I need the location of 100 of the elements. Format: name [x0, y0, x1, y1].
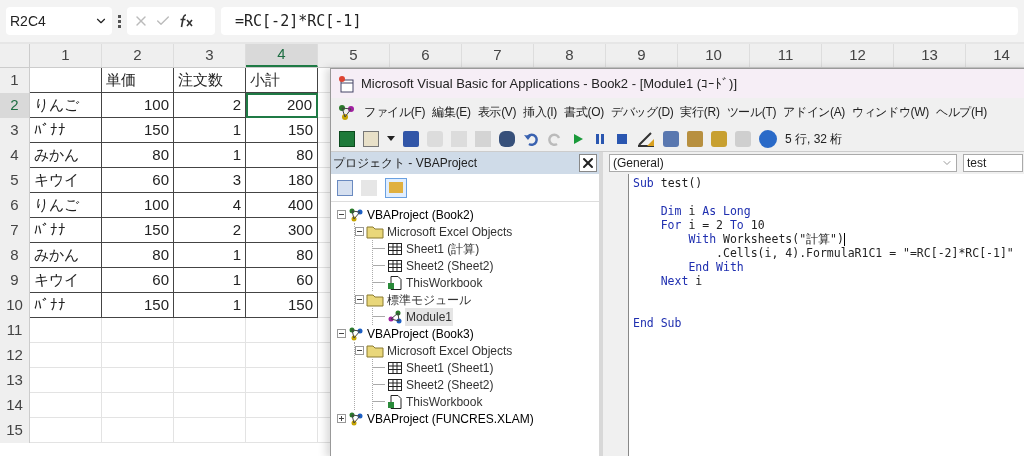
- more-icon[interactable]: [118, 14, 121, 28]
- table-cell: [174, 418, 246, 443]
- menu-item[interactable]: ヘルプ(H): [936, 103, 987, 121]
- tree-item[interactable]: ThisWorkbook: [405, 392, 484, 411]
- row-header[interactable]: 4: [0, 143, 30, 168]
- table-cell: 1: [174, 118, 246, 143]
- sheet-icon: [387, 240, 403, 257]
- table-cell: 100: [102, 93, 174, 118]
- column-header[interactable]: 13: [894, 44, 966, 67]
- tree-item[interactable]: 標準モジュール: [386, 290, 472, 309]
- column-header[interactable]: 11: [750, 44, 822, 67]
- row-header[interactable]: 15: [0, 418, 30, 443]
- window-title: Microsoft Visual Basic for Applications - Book2 - [Module1 (ｺｰﾄﾞ)]: [361, 74, 738, 93]
- vba-project-icon: [337, 103, 357, 121]
- table-cell: キウイ: [30, 168, 102, 193]
- pause-icon[interactable]: [593, 131, 607, 146]
- tree-item[interactable]: VBAProject (Book2): [366, 205, 475, 224]
- run-icon[interactable]: [571, 131, 585, 146]
- column-header[interactable]: 1: [30, 44, 102, 67]
- menu-item[interactable]: 編集(E): [432, 103, 471, 121]
- table-cell: 200: [246, 93, 318, 118]
- close-icon[interactable]: [579, 154, 597, 172]
- table-cell: りんご: [30, 93, 102, 118]
- row-header[interactable]: 9: [0, 268, 30, 293]
- table-cell: [30, 368, 102, 393]
- menu-item[interactable]: 挿入(I): [523, 103, 558, 121]
- row-header[interactable]: 12: [0, 343, 30, 368]
- table-cell: 2: [174, 93, 246, 118]
- table-cell: 1: [174, 243, 246, 268]
- expand-toggle[interactable]: [337, 414, 346, 423]
- column-header[interactable]: 12: [822, 44, 894, 67]
- row-header[interactable]: 5: [0, 168, 30, 193]
- name-box[interactable]: R2C4: [6, 7, 112, 35]
- row-header[interactable]: 10: [0, 293, 30, 318]
- table-cell: ﾊﾞﾅﾅ: [30, 293, 102, 318]
- column-header[interactable]: 9: [606, 44, 678, 67]
- menu-item[interactable]: デバッグ(D): [610, 103, 674, 121]
- tree-item[interactable]: VBAProject (FUNCRES.XLAM): [366, 409, 535, 428]
- row-header[interactable]: 13: [0, 368, 30, 393]
- tree-item[interactable]: Sheet2 (Sheet2): [405, 375, 495, 394]
- tree-item[interactable]: Sheet1 (Sheet1): [405, 358, 495, 377]
- tree-item[interactable]: Sheet2 (Sheet2): [405, 256, 495, 275]
- column-header[interactable]: 6: [390, 44, 462, 67]
- tree-item[interactable]: VBAProject (Book3): [366, 324, 475, 343]
- table-cell: 小計: [246, 68, 318, 93]
- collapse-toggle[interactable]: [355, 346, 364, 355]
- table-cell: みかん: [30, 243, 102, 268]
- row-header[interactable]: 14: [0, 393, 30, 418]
- formula-field[interactable]: =RC[-2]*RC[-1]: [221, 7, 1018, 35]
- collapse-toggle[interactable]: [337, 329, 346, 338]
- row-header[interactable]: 1: [0, 68, 30, 93]
- row-header[interactable]: 2: [0, 93, 30, 118]
- menu-item[interactable]: ツール(T): [726, 103, 777, 121]
- menu-item[interactable]: ウィンドウ(W): [852, 103, 929, 121]
- object-dropdown[interactable]: (General): [609, 154, 957, 172]
- tree-item[interactable]: Sheet1 (計算): [405, 239, 481, 258]
- table-cell: [30, 393, 102, 418]
- table-cell: キウイ: [30, 268, 102, 293]
- table-cell: 80: [246, 243, 318, 268]
- menu-item[interactable]: ファイル(F): [364, 103, 426, 121]
- design-mode-icon[interactable]: [637, 130, 655, 147]
- table-cell: ﾊﾞﾅﾅ: [30, 218, 102, 243]
- row-header[interactable]: 8: [0, 243, 30, 268]
- table-cell: 注文数: [174, 68, 246, 93]
- menu-item[interactable]: 表示(V): [477, 103, 517, 121]
- tree-item[interactable]: ThisWorkbook: [405, 273, 484, 292]
- row-header[interactable]: 6: [0, 193, 30, 218]
- row-header[interactable]: 3: [0, 118, 30, 143]
- table-cell: みかん: [30, 143, 102, 168]
- column-header[interactable]: 7: [462, 44, 534, 67]
- table-cell: [30, 68, 102, 93]
- tree-item[interactable]: Microsoft Excel Objects: [386, 341, 514, 360]
- collapse-toggle[interactable]: [337, 210, 346, 219]
- folder-icon: [366, 292, 384, 307]
- collapse-toggle[interactable]: [355, 227, 364, 236]
- column-header[interactable]: 4: [246, 44, 318, 67]
- tree-item[interactable]: Microsoft Excel Objects: [386, 222, 514, 241]
- table-cell: [30, 343, 102, 368]
- column-header[interactable]: 2: [102, 44, 174, 67]
- table-cell: 80: [246, 143, 318, 168]
- collapse-toggle[interactable]: [355, 295, 364, 304]
- procedure-dropdown[interactable]: test: [963, 154, 1023, 172]
- column-header[interactable]: 14: [966, 44, 1024, 67]
- column-header[interactable]: 8: [534, 44, 606, 67]
- column-header[interactable]: 5: [318, 44, 390, 67]
- menu-item[interactable]: 実行(R): [680, 103, 720, 121]
- code-text[interactable]: Sub test() Dim i As Long For i = 2 To 10 With Worksheets("計算") .Cells(i, 4).FormulaR1C1 = "=RC[-2]*RC[-1]" End With Next i End Sub: [633, 176, 1014, 330]
- table-cell: [30, 418, 102, 443]
- caret-icon[interactable]: [387, 135, 395, 142]
- sheet-icon: [387, 359, 403, 376]
- table-cell: 4: [174, 193, 246, 218]
- sheet-icon: [387, 376, 403, 393]
- table-cell: 150: [246, 118, 318, 143]
- tree-item[interactable]: Module1: [405, 307, 454, 326]
- row-header[interactable]: 11: [0, 318, 30, 343]
- row-header[interactable]: 7: [0, 218, 30, 243]
- menu-item[interactable]: アドイン(A): [783, 103, 846, 121]
- menu-item[interactable]: 書式(O): [564, 103, 604, 121]
- column-header[interactable]: 10: [678, 44, 750, 67]
- stop-icon[interactable]: [615, 131, 629, 146]
